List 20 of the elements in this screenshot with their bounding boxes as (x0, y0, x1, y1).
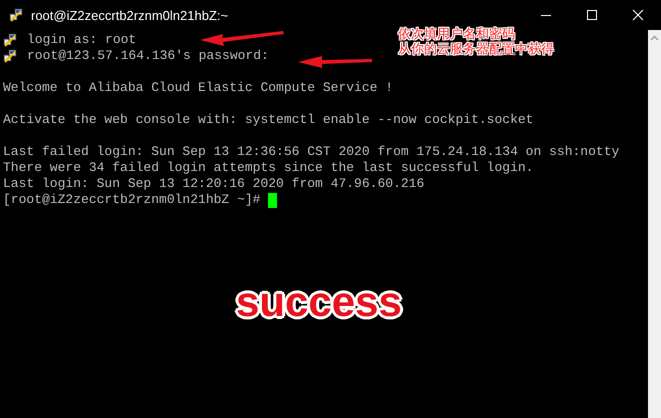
annotation-note: 从你的云服务器配置中获得 (398, 42, 554, 57)
terminal-line: root@123.57.164.136's password: (27, 48, 269, 64)
terminal-line: There were 34 failed login attempts since the last successful login. (3, 160, 534, 176)
terminal-line: login as: root (27, 32, 136, 48)
terminal-icon (3, 33, 17, 47)
terminal-icon (3, 49, 17, 63)
window-title: root@iZ2zeccrtb2rznm0ln21hbZ:~ (31, 8, 230, 22)
scrollbar[interactable] (648, 30, 661, 418)
app-icon (9, 8, 23, 22)
shell-prompt: [root@iZ2zeccrtb2rznm0ln21hbZ ~]# (3, 192, 260, 208)
annotation-note: 依次填用户名和密码 (398, 27, 516, 42)
terminal-line: Welcome to Alibaba Cloud Elastic Compute Service ! (3, 80, 394, 96)
terminal-line: Last failed login: Sun Sep 13 12:36:56 CST 2020 from 175.24.18.134 on ssh:notty (3, 144, 620, 160)
cursor (268, 192, 278, 208)
terminal-line: Activate the web console with: systemctl enable --now cockpit.socket (3, 112, 534, 128)
maximize-icon (586, 9, 598, 21)
close-icon (632, 9, 644, 21)
success-caption: success (236, 278, 402, 326)
terminal-line: Last login: Sun Sep 13 12:20:16 2020 from 47.96.60.216 (3, 176, 424, 192)
scroll-up-icon[interactable] (650, 35, 659, 41)
